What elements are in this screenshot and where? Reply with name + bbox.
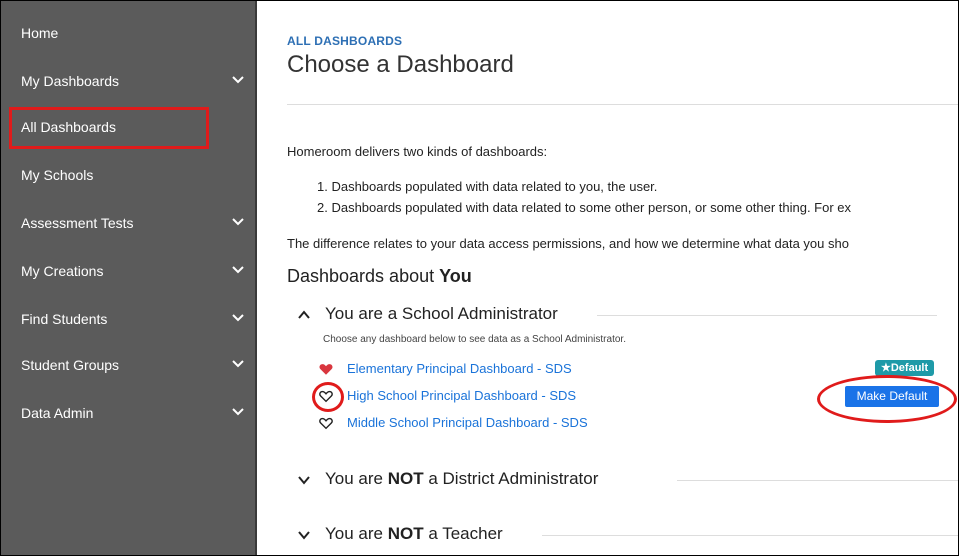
- sidebar-item-data-admin[interactable]: Data Admin: [1, 393, 255, 437]
- section-teacher[interactable]: You are NOT a Teacher: [297, 524, 958, 548]
- chevron-up-icon: [298, 310, 310, 319]
- section-title: You are a School Administrator: [325, 304, 558, 323]
- section-district-admin[interactable]: You are NOT a District Administrator: [297, 469, 958, 493]
- sidebar-item-assessment-tests[interactable]: Assessment Tests: [1, 203, 255, 247]
- list-item: 1. Dashboards populated with data relate…: [317, 179, 658, 194]
- sidebar-item-label: My Creations: [21, 263, 104, 279]
- chevron-down-icon: [298, 476, 310, 485]
- sidebar-item-my-dashboards[interactable]: My Dashboards: [1, 61, 255, 105]
- chevron-down-icon: [232, 218, 244, 226]
- section-school-admin[interactable]: You are a School Administrator: [297, 304, 937, 328]
- sidebar-item-home[interactable]: Home: [1, 13, 255, 57]
- sidebar-item-label: Student Groups: [21, 357, 120, 373]
- divider: [597, 315, 937, 316]
- list-item: 2. Dashboards populated with data relate…: [317, 200, 852, 215]
- dashboard-link[interactable]: High School Principal Dashboard - SDS: [347, 388, 576, 403]
- intro-text: Homeroom delivers two kinds of dashboard…: [287, 144, 548, 159]
- sidebar: Home My Dashboards All Dashboards My Sch…: [1, 1, 257, 555]
- sidebar-item-label: My Dashboards: [21, 73, 120, 89]
- dashboard-link[interactable]: Elementary Principal Dashboard - SDS: [347, 361, 572, 376]
- chevron-down-icon: [232, 266, 244, 274]
- sidebar-item-student-groups[interactable]: Student Groups: [1, 345, 255, 389]
- divider: [287, 104, 958, 105]
- chevron-down-icon: [232, 314, 244, 322]
- app-frame: Home My Dashboards All Dashboards My Sch…: [0, 0, 959, 556]
- heart-filled-icon[interactable]: [319, 363, 333, 376]
- difference-text: The difference relates to your data acce…: [287, 236, 849, 251]
- sidebar-item-label: Data Admin: [21, 405, 94, 421]
- section-title: You are NOT a District Administrator: [325, 469, 599, 488]
- section-title: You are NOT a Teacher: [325, 524, 503, 543]
- dashboard-link[interactable]: Middle School Principal Dashboard - SDS: [347, 415, 588, 430]
- chevron-down-icon: [232, 76, 244, 84]
- page-title: Choose a Dashboard: [287, 51, 514, 78]
- sidebar-item-find-students[interactable]: Find Students: [1, 299, 255, 343]
- breadcrumb[interactable]: ALL DASHBOARDS: [287, 34, 402, 48]
- annotation-ellipse: [817, 375, 957, 423]
- section-subtitle: Choose any dashboard below to see data a…: [323, 334, 626, 345]
- sidebar-item-label: Find Students: [21, 311, 108, 327]
- divider: [542, 535, 958, 536]
- sidebar-item-label: My Schools: [21, 167, 94, 183]
- annotation-circle: [312, 382, 344, 412]
- chevron-down-icon: [298, 531, 310, 540]
- annotation-highlight-box: [9, 107, 209, 149]
- sidebar-item-label: Assessment Tests: [21, 215, 134, 231]
- heading-bold: You: [439, 266, 472, 286]
- main-content: ALL DASHBOARDS Choose a Dashboard Homero…: [257, 1, 958, 555]
- sidebar-item-my-creations[interactable]: My Creations: [1, 251, 255, 295]
- sidebar-item-my-schools[interactable]: My Schools: [1, 155, 255, 199]
- chevron-down-icon: [232, 408, 244, 416]
- sidebar-item-label: Home: [21, 25, 59, 41]
- section-heading: Dashboards about You: [287, 266, 472, 287]
- divider: [677, 480, 958, 481]
- default-badge: ★Default: [875, 360, 935, 376]
- heart-outline-icon[interactable]: [319, 417, 333, 430]
- heading-prefix: Dashboards about: [287, 266, 440, 286]
- chevron-down-icon: [232, 360, 244, 368]
